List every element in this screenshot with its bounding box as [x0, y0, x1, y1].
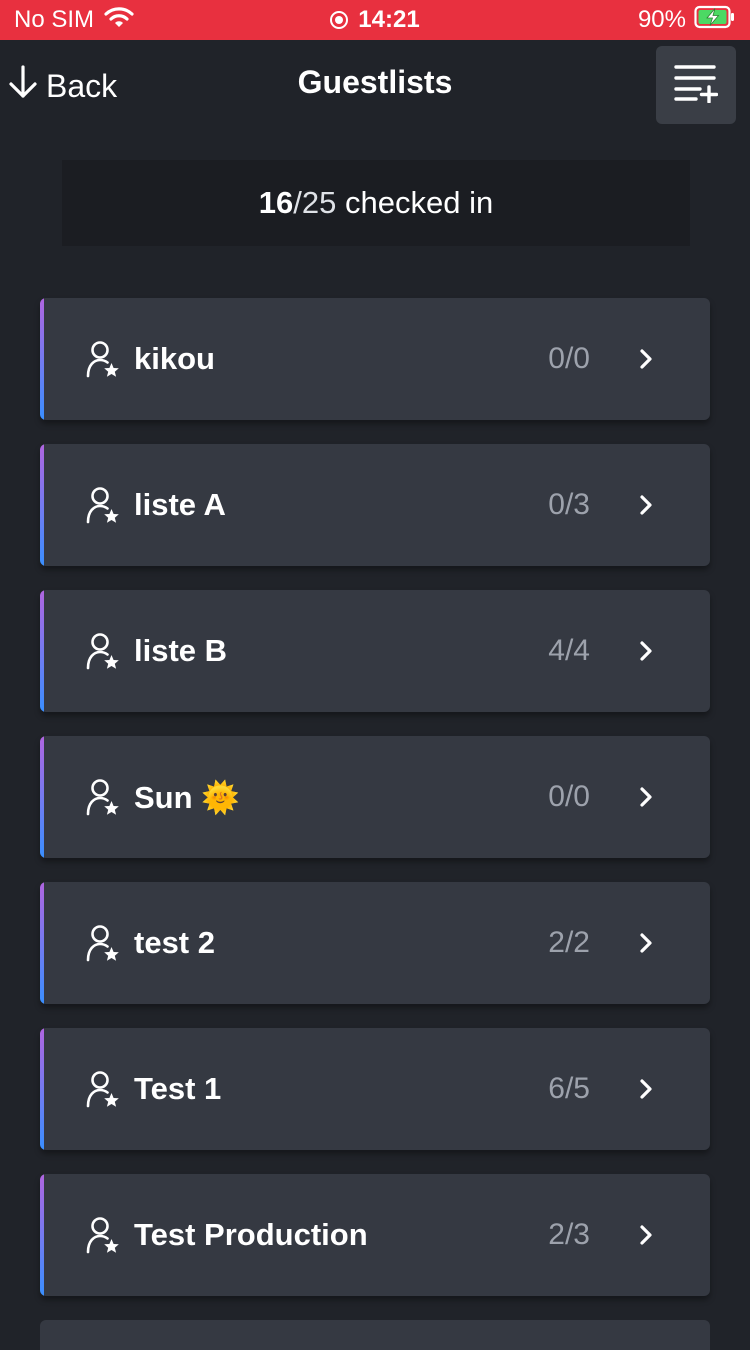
checkin-summary: 16/25 checked in — [62, 160, 690, 246]
page-title: Guestlists — [297, 64, 453, 100]
guestlist-name: liste A — [134, 487, 226, 522]
guestlist-name: liste B — [134, 633, 228, 668]
guest-star-icon — [86, 486, 120, 524]
guestlist-item[interactable]: liste B 4/4 — [40, 590, 710, 712]
guestlist-count: 2/2 — [548, 926, 590, 959]
guestlist-name: test 2 — [134, 925, 215, 960]
clock-label: 14:21 — [358, 6, 420, 33]
guestlist-name: kikou — [134, 341, 215, 376]
guestlist-item[interactable]: Sun 🌞 0/0 — [40, 736, 710, 858]
guestlist-item[interactable]: Test 1 6/5 — [40, 1028, 710, 1150]
battery-charging-icon — [694, 5, 736, 36]
navigation-bar: Back Guestlists — [0, 40, 750, 136]
guest-star-icon — [86, 1070, 120, 1108]
guest-star-icon — [86, 924, 120, 962]
chevron-right-icon — [638, 931, 654, 955]
carrier-label: No SIM — [14, 6, 95, 33]
chevron-right-icon — [638, 639, 654, 663]
checked-in-count: 16 — [258, 185, 294, 220]
guestlist-count: 0/0 — [548, 342, 590, 375]
summary-separator: / — [293, 185, 302, 220]
add-guestlist-button[interactable] — [656, 46, 736, 124]
guestlist-name: Test 1 — [134, 1071, 222, 1106]
chevron-right-icon — [638, 493, 654, 517]
guestlist-item[interactable]: liste A 0/3 — [40, 444, 710, 566]
guest-star-icon — [86, 1216, 120, 1254]
guestlist-count: 0/3 — [548, 488, 590, 521]
wifi-icon — [104, 6, 134, 35]
guestlist-list: kikou 0/0 liste A 0/3 liste B 4/4 Sun 🌞 … — [40, 298, 710, 1350]
total-guest-count: 25 — [301, 185, 337, 220]
add-list-icon — [674, 63, 719, 108]
guestlist-count: 0/0 — [548, 780, 590, 813]
guestlist-item-partial[interactable] — [40, 1320, 710, 1350]
status-left: No SIM — [14, 0, 134, 40]
battery-label: 90% — [637, 6, 686, 33]
chevron-right-icon — [638, 347, 654, 371]
guest-star-icon — [86, 632, 120, 670]
checked-in-label: checked in — [336, 185, 494, 220]
guestlist-count: 6/5 — [548, 1072, 590, 1105]
chevron-right-icon — [638, 1077, 654, 1101]
guestlist-count: 4/4 — [548, 634, 590, 667]
chevron-right-icon — [638, 785, 654, 809]
guestlist-name: Test Production — [134, 1217, 368, 1252]
guest-star-icon — [86, 340, 120, 378]
chevron-right-icon — [638, 1223, 654, 1247]
status-right: 90% — [638, 0, 736, 40]
status-bar: No SIM 14:21 90% — [0, 0, 750, 40]
guest-star-icon — [86, 778, 120, 816]
guestlist-item[interactable]: Test Production 2/3 — [40, 1174, 710, 1296]
guestlist-count: 2/3 — [548, 1218, 590, 1251]
recording-icon — [330, 11, 349, 29]
guestlist-item[interactable]: kikou 0/0 — [40, 298, 710, 420]
guestlist-name: Sun 🌞 — [134, 779, 240, 815]
guestlist-item[interactable]: test 2 2/2 — [40, 882, 710, 1004]
